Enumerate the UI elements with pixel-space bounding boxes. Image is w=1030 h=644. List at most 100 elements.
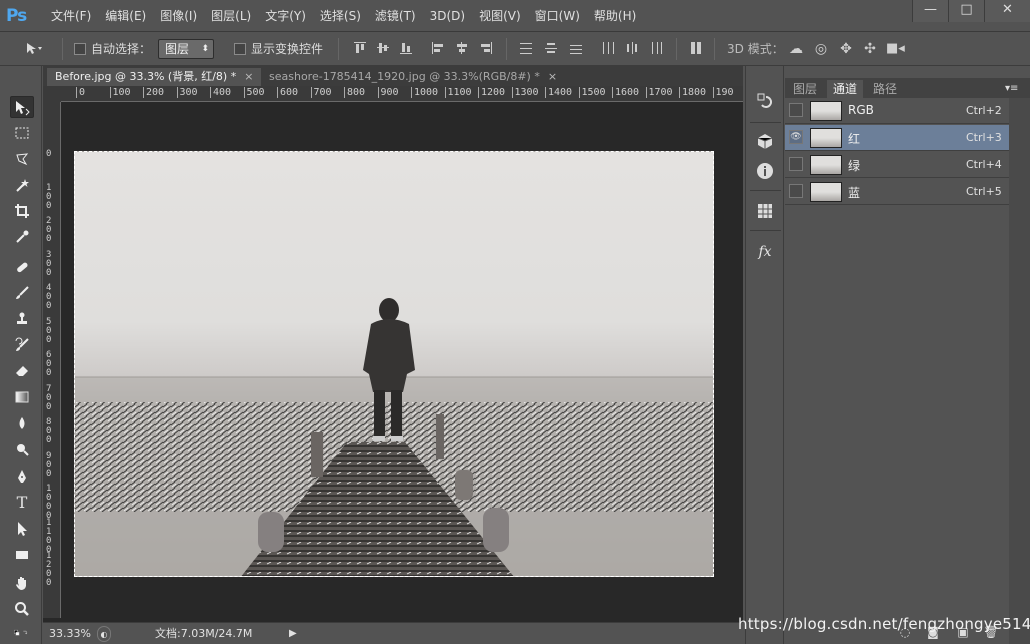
visibility-toggle[interactable] xyxy=(789,157,803,171)
color-swap-icons[interactable] xyxy=(4,622,38,644)
distribute-vcenter-icon[interactable] xyxy=(543,41,559,57)
blur-tool-icon[interactable] xyxy=(10,412,34,434)
minimize-button[interactable]: — xyxy=(912,0,948,22)
align-top-icon[interactable] xyxy=(352,41,368,57)
move-tool-icon[interactable] xyxy=(10,96,34,118)
lasso-tool-icon[interactable] xyxy=(10,148,34,170)
checkbox-box[interactable] xyxy=(234,43,246,55)
3d-rotate-icon[interactable]: ☁ xyxy=(788,41,804,57)
pier-post xyxy=(455,470,473,500)
history-panel-icon[interactable] xyxy=(755,92,775,112)
menu-image[interactable]: 图像(I) xyxy=(153,7,204,25)
tab-seashore-jpg[interactable]: seashore-1785414_1920.jpg @ 33.3%(RGB/8#… xyxy=(261,68,565,86)
menu-edit[interactable]: 编辑(E) xyxy=(98,7,153,25)
magic-wand-tool-icon[interactable] xyxy=(10,174,34,196)
restore-button[interactable]: □ xyxy=(948,0,984,22)
close-button[interactable]: ✕ xyxy=(984,0,1030,22)
status-menu-arrow-icon[interactable]: ▶ xyxy=(289,626,297,642)
ruler-h-tick: 200 xyxy=(143,87,164,98)
visibility-toggle[interactable] xyxy=(789,103,803,117)
info-panel-icon[interactable] xyxy=(755,162,775,182)
auto-select-dropdown[interactable]: 图层 ⬍ xyxy=(158,39,214,59)
panel-scrollbar[interactable] xyxy=(1009,98,1030,644)
3d-drag-icon[interactable]: ✥ xyxy=(838,41,854,57)
align-bottom-icon[interactable] xyxy=(398,41,414,57)
visibility-toggle[interactable] xyxy=(789,184,803,198)
menu-file[interactable]: 文件(F) xyxy=(44,7,98,25)
menu-help[interactable]: 帮助(H) xyxy=(587,7,643,25)
swatches-panel-icon[interactable] xyxy=(755,202,775,222)
channel-row-rgb[interactable]: RGB Ctrl+2 xyxy=(785,98,1009,124)
align-hcenter-icon[interactable] xyxy=(454,41,470,57)
menu-type[interactable]: 文字(Y) xyxy=(258,7,313,25)
3d-mode-label: 3D 模式： xyxy=(727,42,784,56)
marquee-tool-icon[interactable] xyxy=(10,122,34,144)
gradient-tool-icon[interactable] xyxy=(10,386,34,408)
menu-view[interactable]: 视图(V) xyxy=(472,7,528,25)
panel-menu-icon[interactable]: ▾≡ xyxy=(999,80,1024,98)
crop-tool-icon[interactable] xyxy=(10,200,34,222)
distribute-hcenter-icon[interactable] xyxy=(624,41,640,57)
channel-row-blue[interactable]: 蓝 Ctrl+5 xyxy=(785,179,1009,205)
ruler-v-tick: 100 xyxy=(46,182,52,211)
channel-row-green[interactable]: 绿 Ctrl+4 xyxy=(785,152,1009,178)
separator xyxy=(338,38,339,60)
3d-slide-icon[interactable]: ✣ xyxy=(862,41,878,57)
tab-before-jpg[interactable]: Before.jpg @ 33.3% (背景, 红/8) * × xyxy=(47,68,262,86)
align-left-icon[interactable] xyxy=(430,41,446,57)
eye-icon[interactable]: 👁 xyxy=(789,130,803,144)
healing-brush-tool-icon[interactable] xyxy=(10,256,34,278)
zoom-level[interactable]: 33.33% xyxy=(49,626,91,642)
hand-tool-icon[interactable] xyxy=(10,572,34,594)
panel-icon-strip: fx xyxy=(745,66,784,644)
checkbox-box[interactable] xyxy=(74,43,86,55)
styles-fx-icon[interactable]: fx xyxy=(755,242,775,262)
image-canvas[interactable] xyxy=(74,151,714,577)
ruler-v-tick: 700 xyxy=(46,383,52,412)
menu-filter[interactable]: 滤镜(T) xyxy=(368,7,423,25)
ruler-v-tick: 1200 xyxy=(46,551,52,588)
show-transform-checkbox[interactable]: 显示变换控件 xyxy=(234,40,323,58)
clone-stamp-tool-icon[interactable] xyxy=(10,308,34,330)
tab-channels[interactable]: 通道 xyxy=(827,80,864,98)
path-selection-tool-icon[interactable] xyxy=(10,518,34,540)
status-options-icon[interactable]: ◐ xyxy=(97,626,111,642)
distribute-left-icon[interactable] xyxy=(600,41,616,57)
auto-select-checkbox[interactable]: 自动选择： xyxy=(74,40,151,58)
rectangle-tool-icon[interactable] xyxy=(10,544,34,566)
history-brush-tool-icon[interactable] xyxy=(10,334,34,356)
menu-layer[interactable]: 图层(L) xyxy=(204,7,258,25)
pen-tool-icon[interactable] xyxy=(10,466,34,488)
move-tool-preset-icon[interactable] xyxy=(24,41,42,57)
distribute-right-icon[interactable] xyxy=(648,41,664,57)
type-tool-icon[interactable]: T xyxy=(10,492,34,514)
ruler-h-tick: 800 xyxy=(344,87,365,98)
tab-paths[interactable]: 路径 xyxy=(867,80,903,98)
photoshop-logo: Ps xyxy=(6,6,27,26)
align-right-icon[interactable] xyxy=(478,41,494,57)
distribute-bottom-icon[interactable] xyxy=(568,41,584,57)
tab-close-icon[interactable]: × xyxy=(548,70,557,83)
channel-thumbnail xyxy=(810,128,842,148)
menu-3d[interactable]: 3D(D) xyxy=(423,7,472,25)
3d-scale-icon[interactable]: ■◂ xyxy=(886,41,905,57)
tab-layers[interactable]: 图层 xyxy=(787,80,823,98)
auto-align-icon[interactable] xyxy=(688,41,704,57)
align-vcenter-icon[interactable] xyxy=(375,41,391,57)
3d-roll-icon[interactable]: ◎ xyxy=(813,41,829,57)
ruler-h-tick: 700 xyxy=(310,87,332,98)
eyedropper-tool-icon[interactable] xyxy=(10,226,34,248)
brush-tool-icon[interactable] xyxy=(10,282,34,304)
channel-row-red[interactable]: 👁 红 Ctrl+3 xyxy=(785,125,1009,151)
menu-select[interactable]: 选择(S) xyxy=(313,7,368,25)
menu-bar: Ps 文件(F) 编辑(E) 图像(I) 图层(L) 文字(Y) 选择(S) 滤… xyxy=(0,0,1030,32)
dodge-tool-icon[interactable] xyxy=(10,438,34,460)
eraser-tool-icon[interactable] xyxy=(10,360,34,382)
zoom-tool-icon[interactable] xyxy=(10,598,34,620)
distribute-top-icon[interactable] xyxy=(518,41,534,57)
menu-window[interactable]: 窗口(W) xyxy=(528,7,587,25)
ruler-v-tick: 0 xyxy=(46,149,52,159)
3d-panel-icon[interactable] xyxy=(755,132,775,152)
tab-close-icon[interactable]: × xyxy=(244,70,253,83)
ruler-h-tick: 1200 xyxy=(478,87,505,98)
